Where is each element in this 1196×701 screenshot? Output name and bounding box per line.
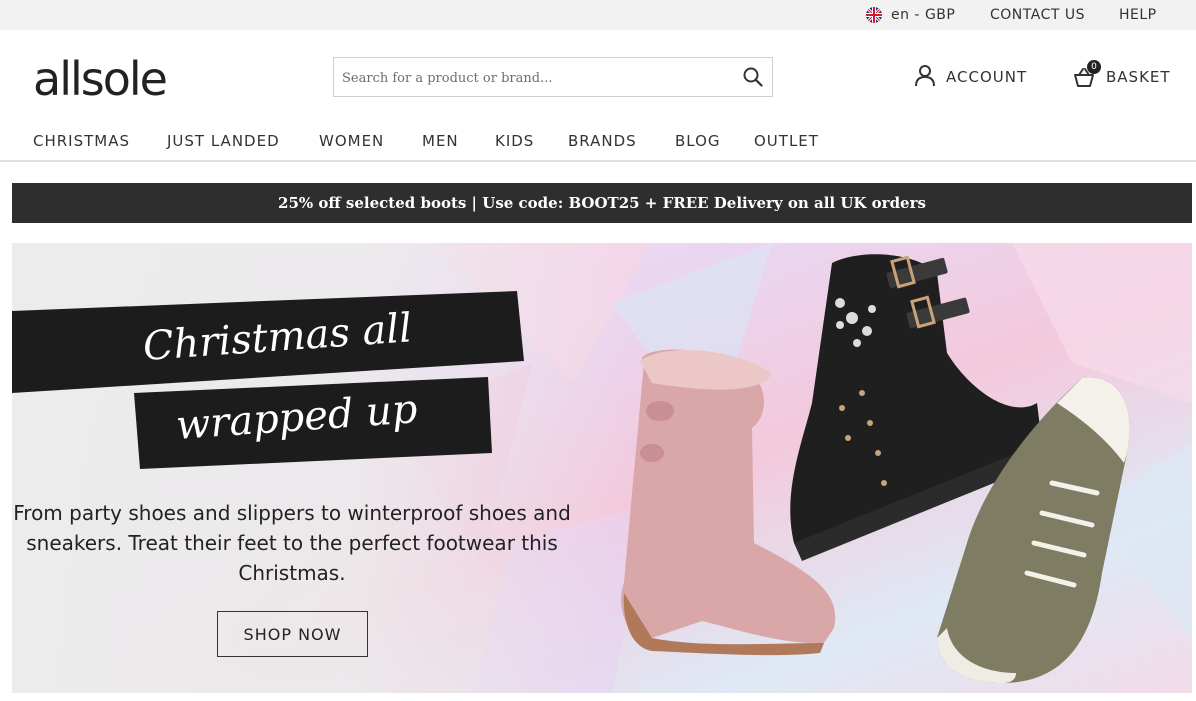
hero-description: From party shoes and slippers to winterp… xyxy=(13,501,571,585)
nav-item-men[interactable]: MEN xyxy=(422,132,459,150)
nav-item-outlet[interactable]: OUTLET xyxy=(754,132,819,150)
contact-us-link[interactable]: CONTACT US xyxy=(990,0,1085,30)
main-nav: CHRISTMAS JUST LANDED WOMEN MEN KIDS BRA… xyxy=(0,126,1196,162)
promo-banner[interactable]: 25% off selected boots | Use code: BOOT2… xyxy=(12,183,1192,223)
account-label: ACCOUNT xyxy=(946,68,1028,86)
hero-banner[interactable]: Christmas all wrapped up From party shoe… xyxy=(12,243,1192,693)
locale-selector[interactable]: en - GBP xyxy=(866,0,955,30)
basket-link[interactable]: 0 BASKET xyxy=(1072,60,1171,92)
basket-icon: 0 xyxy=(1072,60,1101,89)
account-link[interactable]: ACCOUNT xyxy=(914,62,1027,92)
user-icon xyxy=(914,63,936,91)
nav-item-kids[interactable]: KIDS xyxy=(495,132,534,150)
nav-item-christmas[interactable]: CHRISTMAS xyxy=(33,132,130,150)
search-input[interactable] xyxy=(342,66,737,90)
logo-text: allsole xyxy=(33,53,166,103)
nav-item-brands[interactable]: BRANDS xyxy=(568,132,637,150)
nav-item-just-landed[interactable]: JUST LANDED xyxy=(167,132,280,150)
help-link[interactable]: HELP xyxy=(1119,0,1157,30)
basket-label: BASKET xyxy=(1106,68,1171,86)
nav-item-women[interactable]: WOMEN xyxy=(319,132,384,150)
uk-flag-icon xyxy=(866,7,882,23)
hero-image: Christmas all wrapped up xyxy=(12,243,1192,693)
utility-bar: en - GBP CONTACT US HELP xyxy=(0,0,1196,30)
nav-item-blog[interactable]: BLOG xyxy=(675,132,721,150)
locale-label: en - GBP xyxy=(891,7,956,23)
site-logo[interactable]: allsole xyxy=(33,52,203,107)
shop-now-button[interactable]: SHOP NOW xyxy=(217,611,368,657)
search-icon[interactable] xyxy=(742,66,764,88)
basket-count-badge: 0 xyxy=(1087,60,1101,74)
search-box xyxy=(333,57,773,97)
